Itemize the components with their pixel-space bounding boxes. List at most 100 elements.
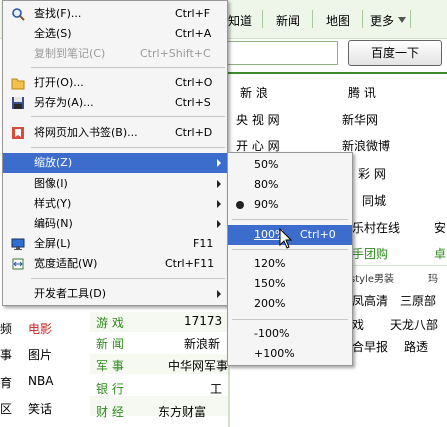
menu-item-shortcut: Ctrl+A	[175, 27, 212, 40]
site-link[interactable]: 新华网	[342, 111, 378, 128]
zoom-option-120[interactable]: 120%	[228, 254, 352, 274]
chevron-down-icon[interactable]	[398, 17, 406, 23]
site-link[interactable]: 路透	[404, 338, 428, 355]
category-label: 军 事	[96, 359, 124, 373]
site-link[interactable]: 同城	[362, 192, 386, 209]
nav-link-zhidao[interactable]: 知道	[228, 12, 252, 29]
category-label: 银 行	[96, 382, 124, 396]
category-link[interactable]: 电影	[28, 320, 52, 337]
left-column-text: 育	[0, 376, 13, 390]
site-link[interactable]: 彩 网	[358, 165, 386, 182]
zoom-option-label: 200%	[254, 297, 286, 310]
menu-item-label: 图像(I)	[34, 177, 68, 190]
radio-checked-icon	[236, 201, 244, 209]
site-link[interactable]: 卓	[434, 245, 446, 262]
zoom-option-label: -100%	[254, 327, 290, 340]
nav-link-more[interactable]: 更多	[370, 12, 394, 29]
menu-item-save-as[interactable]: 另存为(A)... Ctrl+S	[3, 93, 227, 113]
menu-item-label: 查找(F)...	[34, 7, 82, 20]
menu-item-shortcut: Ctrl+D	[175, 126, 213, 139]
zoom-option-label: +100%	[254, 347, 295, 360]
category-value[interactable]: 工	[210, 380, 222, 397]
menu-separator	[232, 219, 348, 220]
menu-item-copy-to-notes: 复制到笔记(C) Ctrl+Shift+C	[3, 44, 227, 64]
menu-item-zoom[interactable]: 缩放(Z)	[3, 153, 227, 173]
category-link[interactable]: 图片	[28, 346, 52, 363]
menu-separator	[31, 278, 225, 279]
site-link[interactable]: 合早报	[352, 338, 388, 355]
menu-item-image[interactable]: 图像(I)	[3, 174, 227, 194]
site-link[interactable]: 央 视 网	[236, 111, 280, 128]
site-link[interactable]: 手团购	[352, 245, 388, 262]
category-value[interactable]: 东方财富	[158, 403, 206, 420]
zoom-option-decrease[interactable]: -100%	[228, 324, 352, 344]
menu-item-find[interactable]: 查找(F)... Ctrl+F	[3, 4, 227, 24]
chevron-right-icon	[217, 200, 221, 208]
menu-item-dev-tools[interactable]: 开发者工具(D)	[3, 284, 227, 304]
category-label: 游 戏	[96, 316, 124, 330]
site-link[interactable]: 天龙八部	[390, 316, 438, 333]
zoom-option-label: 90%	[254, 198, 279, 211]
menu-item-fit-width[interactable]: 宽度适配(W) Ctrl+F11	[3, 254, 227, 274]
nav-separator	[262, 10, 263, 28]
site-link[interactable]: 新 浪	[240, 84, 268, 101]
search-input[interactable]	[226, 41, 338, 65]
zoom-option-150[interactable]: 150%	[228, 274, 352, 294]
menu-item-label: 宽度适配(W)	[34, 257, 98, 270]
menu-item-open[interactable]: 打开(O)... Ctrl+O	[3, 73, 227, 93]
zoom-option-90[interactable]: 90%	[228, 195, 352, 215]
zoom-option-80[interactable]: 80%	[228, 175, 352, 195]
menu-item-shortcut: Ctrl+O	[175, 76, 213, 89]
save-icon	[12, 97, 24, 109]
category-link[interactable]: NBA	[28, 374, 53, 388]
menu-item-label: 复制到笔记(C)	[34, 47, 106, 60]
nav-link-map[interactable]: 地图	[326, 12, 350, 29]
site-link[interactable]: style男装	[350, 270, 394, 285]
category-value[interactable]: 中华网军事	[168, 357, 228, 374]
fit-width-icon	[12, 258, 24, 270]
site-link[interactable]: 腾 讯	[348, 84, 376, 101]
menu-item-shortcut: Ctrl+F11	[165, 257, 215, 270]
search-button[interactable]: 百度一下	[348, 40, 442, 66]
site-link[interactable]: 戏	[352, 316, 364, 333]
zoom-option-50[interactable]: 50%	[228, 155, 352, 175]
menu-item-encoding[interactable]: 编码(N)	[3, 214, 227, 234]
menu-item-shortcut: Ctrl+S	[175, 96, 211, 109]
left-column-text: 事	[0, 348, 13, 362]
bookmark-icon	[12, 127, 24, 139]
menu-item-shortcut: Ctrl+F	[175, 7, 211, 20]
menu-item-style[interactable]: 样式(Y)	[3, 194, 227, 214]
menu-item-add-bookmark[interactable]: 将网页加入书签(B)... Ctrl+D	[3, 123, 227, 143]
site-link[interactable]: 三原部	[400, 292, 436, 309]
menu-item-fullscreen[interactable]: 全屏(L) F11	[3, 234, 227, 254]
chevron-right-icon	[217, 180, 221, 188]
zoom-option-label: 120%	[254, 257, 286, 270]
category-label: 新 闻	[96, 337, 124, 351]
menu-separator	[31, 147, 225, 148]
menu-item-select-all[interactable]: 全选(S) Ctrl+A	[3, 24, 227, 44]
site-link[interactable]: 玛	[428, 270, 438, 285]
chevron-right-icon	[217, 159, 221, 167]
zoom-option-label: 150%	[254, 277, 286, 290]
menu-separator	[232, 319, 348, 320]
menu-item-label: 将网页加入书签(B)...	[34, 126, 138, 139]
menu-item-label: 全屏(L)	[34, 237, 71, 250]
site-link[interactable]: 凤高清	[352, 292, 388, 309]
nav-link-news[interactable]: 新闻	[276, 12, 300, 29]
category-value[interactable]: 17173	[184, 314, 222, 328]
category-link[interactable]: 笑话	[28, 400, 52, 417]
nav-separator	[312, 10, 313, 28]
site-link[interactable]: 乐村在线	[352, 219, 400, 236]
menu-item-label: 全选(S)	[34, 27, 72, 40]
nav-separator	[410, 10, 411, 28]
search-icon	[12, 8, 25, 21]
zoom-option-increase[interactable]: +100%	[228, 344, 352, 364]
site-link[interactable]: 安	[434, 219, 446, 236]
zoom-option-label: 50%	[254, 158, 279, 171]
monitor-icon	[11, 238, 25, 250]
menu-item-shortcut: Ctrl+Shift+C	[140, 47, 211, 60]
menu-item-label: 开发者工具(D)	[34, 287, 107, 300]
menu-separator	[31, 116, 225, 117]
category-value[interactable]: 新浪新	[184, 335, 220, 352]
zoom-option-200[interactable]: 200%	[228, 294, 352, 314]
